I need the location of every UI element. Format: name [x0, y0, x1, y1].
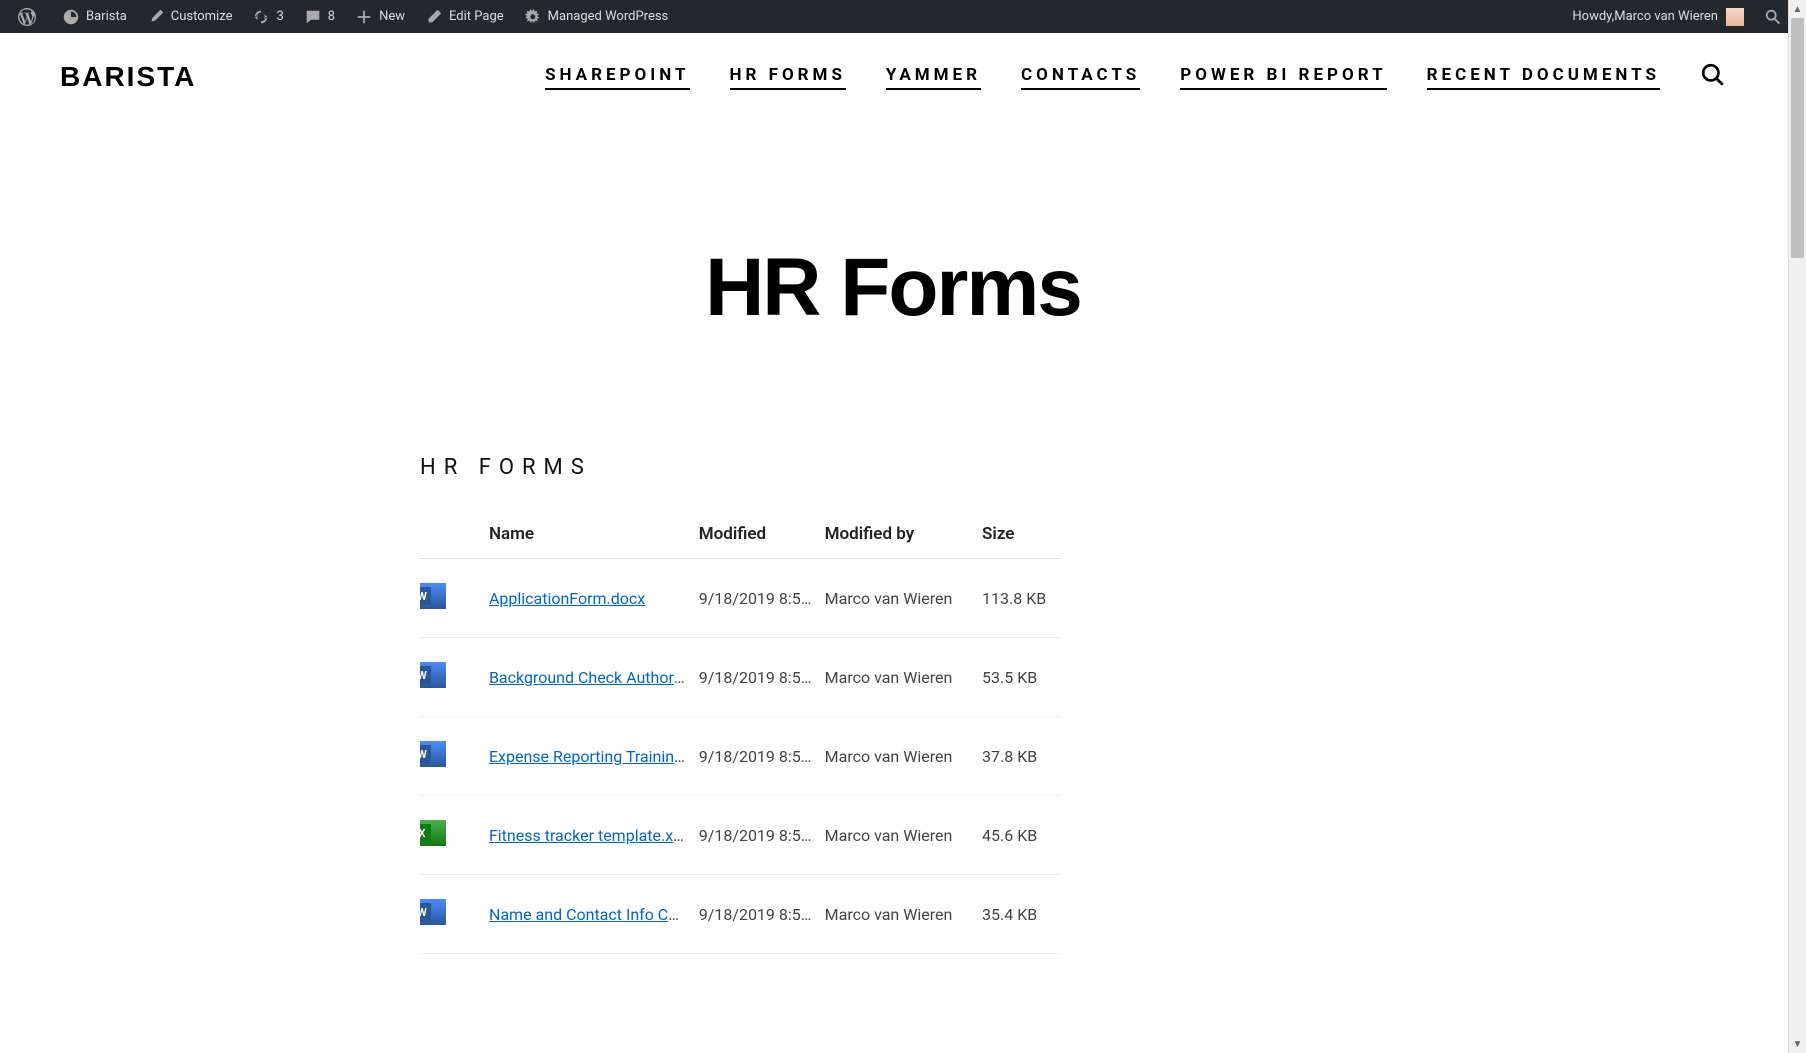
customize-link[interactable]: Customize: [137, 0, 243, 33]
file-icon-cell: [420, 796, 483, 875]
file-name-cell: Fitness tracker template.xlsx: [483, 796, 693, 875]
hr-forms-section: HR FORMS Name Modified Modified by Size …: [420, 455, 1060, 954]
nav-yammer[interactable]: YAMMER: [886, 65, 981, 90]
managed-wp-link[interactable]: Managed WordPress: [514, 0, 679, 33]
size-cell: 53.5 KB: [976, 638, 1060, 717]
modified-by-cell: Marco van Wieren: [819, 796, 976, 875]
nav-links: SHAREPOINT HR FORMS YAMMER CONTACTS POWE…: [545, 65, 1660, 90]
site-name-text: Barista: [86, 9, 127, 24]
document-link[interactable]: ApplicationForm.docx: [489, 589, 645, 608]
modified-by-cell: Marco van Wieren: [819, 875, 976, 954]
admin-bar-left: Barista Customize 3 8 New: [8, 0, 678, 33]
col-icon-header: [420, 510, 483, 559]
refresh-icon: [252, 8, 270, 26]
new-label: New: [379, 9, 405, 24]
table-row: Background Check Authorization9/18/2019 …: [420, 638, 1060, 717]
table-header-row: Name Modified Modified by Size: [420, 510, 1060, 559]
updates-link[interactable]: 3: [242, 0, 293, 33]
nav-recent-docs[interactable]: RECENT DOCUMENTS: [1427, 65, 1660, 90]
comments-link[interactable]: 8: [294, 0, 345, 33]
comment-icon: [304, 8, 322, 26]
comments-count: 8: [328, 9, 335, 24]
user-name: Marco van Wieren: [1614, 9, 1718, 24]
file-name-cell: Name and Contact Info Change: [483, 875, 693, 954]
modified-by-cell: Marco van Wieren: [819, 638, 976, 717]
gear-icon: [524, 8, 542, 26]
modified-cell: 9/18/2019 8:51 AM: [693, 796, 819, 875]
modified-cell: 9/18/2019 8:51 AM: [693, 875, 819, 954]
size-cell: 45.6 KB: [976, 796, 1060, 875]
document-link[interactable]: Expense Reporting Training G: [489, 747, 693, 766]
word-file-icon: [420, 583, 446, 609]
document-link[interactable]: Fitness tracker template.xlsx: [489, 826, 693, 845]
file-icon-cell: [420, 559, 483, 638]
scroll-down-arrow[interactable]: ▼: [1789, 1035, 1806, 1053]
table-row: Fitness tracker template.xlsx9/18/2019 8…: [420, 796, 1060, 875]
plus-icon: [355, 8, 373, 26]
edit-page-link[interactable]: Edit Page: [415, 0, 514, 33]
size-cell: 37.8 KB: [976, 717, 1060, 796]
document-link[interactable]: Background Check Authorization: [489, 668, 693, 687]
file-icon-cell: [420, 875, 483, 954]
managed-wp-text: Managed WordPress: [548, 9, 669, 24]
site-search-button[interactable]: [1700, 62, 1726, 92]
file-name-cell: Expense Reporting Training G: [483, 717, 693, 796]
file-name-cell: Background Check Authorization: [483, 638, 693, 717]
excel-file-icon: [420, 820, 446, 846]
modified-by-cell: Marco van Wieren: [819, 717, 976, 796]
table-row: Expense Reporting Training G9/18/2019 8:…: [420, 717, 1060, 796]
wordpress-icon: [18, 8, 36, 26]
howdy-prefix: Howdy,: [1572, 9, 1614, 24]
word-file-icon: [420, 662, 446, 688]
dashboard-icon: [62, 8, 80, 26]
wp-admin-bar: Barista Customize 3 8 New: [0, 0, 1806, 33]
nav-sharepoint[interactable]: SHAREPOINT: [545, 65, 689, 90]
page-title: HR Forms: [0, 241, 1786, 335]
edit-page-text: Edit Page: [449, 9, 504, 24]
user-account-link[interactable]: Howdy, Marco van Wieren: [1562, 0, 1754, 33]
section-heading: HR FORMS: [420, 455, 1060, 480]
nav-contacts[interactable]: CONTACTS: [1021, 65, 1140, 90]
size-cell: 35.4 KB: [976, 875, 1060, 954]
scroll-thumb[interactable]: [1791, 18, 1804, 258]
customize-text: Customize: [171, 9, 233, 24]
search-icon: [1764, 8, 1782, 26]
wp-logo[interactable]: [8, 0, 52, 33]
updates-count: 3: [276, 9, 283, 24]
nav-hr-forms[interactable]: HR FORMS: [730, 65, 846, 90]
word-file-icon: [420, 741, 446, 767]
site-header: BARISTA SHAREPOINT HR FORMS YAMMER CONTA…: [0, 33, 1786, 121]
file-icon-cell: [420, 638, 483, 717]
word-file-icon: [420, 899, 446, 925]
file-name-cell: ApplicationForm.docx: [483, 559, 693, 638]
modified-cell: 9/18/2019 8:51 AM: [693, 559, 819, 638]
pencil-icon: [425, 8, 443, 26]
col-name-header[interactable]: Name: [483, 510, 693, 559]
modified-by-cell: Marco van Wieren: [819, 559, 976, 638]
site-logo[interactable]: BARISTA: [60, 61, 196, 93]
nav-power-bi[interactable]: POWER BI REPORT: [1180, 65, 1386, 90]
scroll-up-arrow[interactable]: ▲: [1789, 0, 1806, 18]
search-icon: [1700, 62, 1726, 88]
modified-cell: 9/18/2019 8:51 AM: [693, 638, 819, 717]
col-size-header[interactable]: Size: [976, 510, 1060, 559]
brush-icon: [147, 8, 165, 26]
primary-nav: SHAREPOINT HR FORMS YAMMER CONTACTS POWE…: [545, 62, 1726, 92]
scrollbar[interactable]: ▲ ▼: [1788, 0, 1806, 1053]
col-modified-header[interactable]: Modified: [693, 510, 819, 559]
size-cell: 113.8 KB: [976, 559, 1060, 638]
table-row: ApplicationForm.docx 9/18/2019 8:51 AMMar…: [420, 559, 1060, 638]
col-modified-by-header[interactable]: Modified by: [819, 510, 976, 559]
file-icon-cell: [420, 717, 483, 796]
modified-cell: 9/18/2019 8:51 AM: [693, 717, 819, 796]
document-link[interactable]: Name and Contact Info Change: [489, 905, 693, 924]
avatar: [1726, 8, 1744, 26]
documents-table: Name Modified Modified by Size Applicati…: [420, 510, 1060, 954]
site-name-link[interactable]: Barista: [52, 0, 137, 33]
new-content-link[interactable]: New: [345, 0, 415, 33]
table-row: Name and Contact Info Change9/18/2019 8:…: [420, 875, 1060, 954]
admin-bar-right: Howdy, Marco van Wieren: [1562, 0, 1798, 33]
